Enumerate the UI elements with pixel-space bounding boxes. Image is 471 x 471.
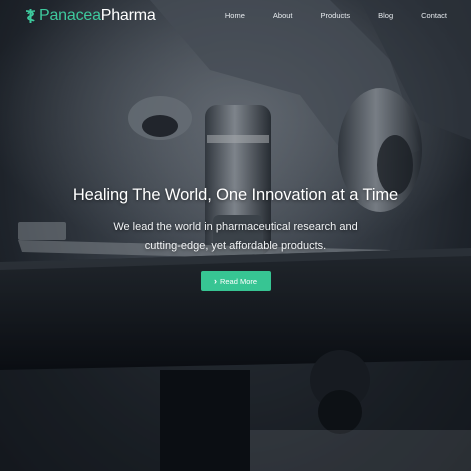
main-nav: Home About Products Blog Contact xyxy=(225,0,447,32)
nav-products[interactable]: Products xyxy=(321,0,351,32)
nav-about[interactable]: About xyxy=(273,0,293,32)
chevron-right-icon: › xyxy=(213,275,217,286)
read-more-label: Read More xyxy=(219,276,258,286)
hero-subtext-line-2: cutting-edge, yet affordable products. xyxy=(144,240,327,252)
hero-headline: Healing The World, One Innovation at a T… xyxy=(72,186,399,204)
brand-name-part-2: Pharma xyxy=(100,7,156,24)
read-more-button[interactable]: › Read More xyxy=(200,271,271,291)
hero-section: PanaceaPharma Home About Products Blog C… xyxy=(0,0,471,471)
hero-content: Healing The World, One Innovation at a T… xyxy=(0,186,471,291)
nav-home[interactable]: Home xyxy=(225,0,245,32)
brand-name-part-1: Panacea xyxy=(39,7,101,24)
brand-logo[interactable]: PanaceaPharma xyxy=(25,8,156,24)
nav-contact[interactable]: Contact xyxy=(421,0,447,32)
hero-subtext-line-1: We lead the world in pharmaceutical rese… xyxy=(113,221,358,233)
top-navbar: PanaceaPharma Home About Products Blog C… xyxy=(0,0,471,32)
nav-blog[interactable]: Blog xyxy=(378,0,393,32)
hero-subtext: We lead the world in pharmaceutical rese… xyxy=(0,218,471,256)
caduceus-icon xyxy=(25,9,36,23)
